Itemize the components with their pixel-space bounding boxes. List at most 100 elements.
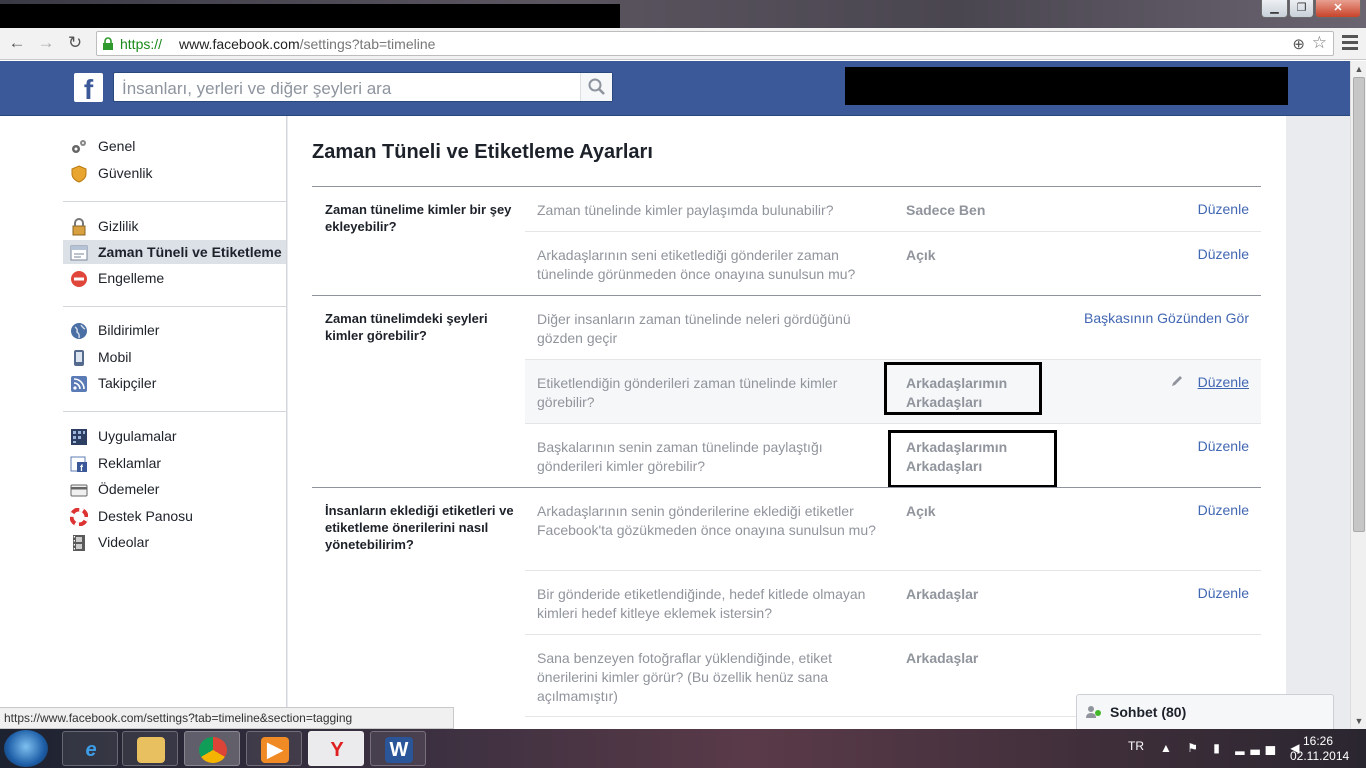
taskbar-app-yandex[interactable]: Y: [308, 731, 364, 766]
setting-question: Sana benzeyen fotoğraflar yüklendiğinde,…: [537, 650, 832, 704]
search-icon: [588, 78, 605, 95]
facebook-logo-icon[interactable]: f: [74, 73, 103, 102]
url-text: www.facebook.com/settings?tab=timeline: [179, 36, 435, 52]
sidebar-item-guvenlik[interactable]: Güvenlik: [63, 161, 286, 185]
sidebar-item-bildirimler[interactable]: Bildirimler: [63, 318, 286, 342]
browser-menu-icon[interactable]: [1342, 35, 1358, 51]
clock-date: 02.11.2014: [1290, 749, 1350, 763]
sidebar-item-mobil[interactable]: Mobil: [63, 345, 286, 369]
status-url-bar: https://www.facebook.com/settings?tab=ti…: [0, 707, 454, 729]
sidebar-item-label: Takipçiler: [98, 375, 157, 391]
minimize-button[interactable]: ▁: [1261, 0, 1288, 18]
sidebar-item-label: Gizlilik: [98, 218, 139, 234]
address-bar[interactable]: https:// www.facebook.com/settings?tab=t…: [96, 31, 1334, 56]
vertical-scrollbar[interactable]: ▲ ▼: [1350, 61, 1366, 729]
sidebar-item-zaman-tuneli[interactable]: Zaman Tüneli ve Etiketleme: [63, 240, 286, 264]
pencil-icon[interactable]: [1170, 374, 1184, 388]
scrollbar-thumb[interactable]: [1353, 77, 1365, 532]
word-icon: W: [385, 737, 413, 763]
edit-link[interactable]: Düzenle: [1198, 585, 1249, 601]
setting-question: Zaman tünelinde kimler paylaşımda buluna…: [537, 202, 834, 218]
zoom-icon[interactable]: ⊕: [1292, 35, 1305, 53]
redacted-title: [0, 4, 620, 28]
edit-link[interactable]: Düzenle: [1198, 502, 1249, 518]
sidebar-divider: [63, 201, 286, 202]
forward-icon[interactable]: →: [35, 32, 57, 54]
chat-label: Sohbet (80): [1110, 704, 1187, 720]
setting-value: Açık: [906, 503, 936, 519]
taskbar-app-word[interactable]: W: [370, 731, 426, 766]
row-divider: [525, 231, 1261, 232]
sidebar-item-label: Engelleme: [98, 270, 165, 286]
scroll-down-icon[interactable]: ▼: [1351, 713, 1366, 729]
row-divider: [525, 570, 1261, 571]
chat-tab[interactable]: Sohbet (80): [1076, 694, 1334, 729]
maximize-button[interactable]: ❐: [1289, 0, 1314, 18]
edit-link[interactable]: Düzenle: [1198, 438, 1249, 454]
setting-question: Arkadaşlarının seni etiketlediği gönderi…: [537, 247, 856, 282]
setting-value: Sadece Ben: [906, 202, 986, 218]
redacted-user-area: [845, 67, 1288, 105]
sidebar-item-odemeler[interactable]: Ödemeler: [63, 477, 286, 501]
page-body: Genel Güvenlik Gizlilik Zaman Tüneli ve …: [0, 116, 1350, 729]
tray-icons[interactable]: ▲ ⚑ ▮ ▂▃▅ ◀: [1160, 741, 1306, 755]
back-icon[interactable]: ←: [6, 32, 28, 54]
setting-value: Arkadaşlar: [906, 586, 979, 602]
sidebar-item-videolar[interactable]: Videolar: [63, 530, 286, 554]
sidebar-item-label: Zaman Tüneli ve Etiketleme: [98, 244, 282, 260]
lifebuoy-icon: [70, 508, 88, 526]
sidebar-item-label: Uygulamalar: [98, 428, 177, 444]
sidebar-item-genel[interactable]: Genel: [63, 134, 286, 158]
view-as-link[interactable]: Başkasının Gözünden Gör: [1084, 310, 1249, 326]
edit-link[interactable]: Düzenle: [1198, 246, 1249, 262]
apps-icon: [71, 429, 87, 445]
edit-link[interactable]: Düzenle: [1198, 374, 1249, 390]
bookmark-star-icon[interactable]: ☆: [1312, 33, 1327, 53]
sidebar-item-takipciler[interactable]: Takipçiler: [63, 371, 286, 395]
taskbar-app-media[interactable]: ▶: [246, 731, 302, 766]
yandex-icon: Y: [330, 739, 344, 761]
taskbar-app-ie[interactable]: e: [62, 731, 118, 766]
clock[interactable]: 16:26 02.11.2014: [1290, 734, 1350, 764]
sidebar-divider: [63, 306, 286, 307]
mobile-icon: [74, 350, 84, 366]
clock-time: 16:26: [1302, 734, 1334, 748]
setting-question: Bir gönderide etiketlendiğinde, hedef ki…: [537, 586, 866, 621]
sidebar-item-gizlilik[interactable]: Gizlilik: [63, 214, 286, 238]
edit-link[interactable]: Düzenle: [1198, 201, 1249, 217]
sidebar-item-label: Bildirimler: [98, 322, 160, 338]
setting-question: Arkadaşlarının senin gönderilerine ekled…: [537, 503, 876, 538]
section-heading: İnsanların eklediği etiketleri ve etiket…: [325, 503, 514, 552]
annotation-box: [884, 362, 1042, 415]
setting-question: Etiketlendiğin gönderileri zaman tünelin…: [537, 375, 838, 410]
taskbar-app-chrome[interactable]: [184, 731, 240, 766]
section-divider: [312, 186, 1261, 187]
globe-icon: [71, 323, 87, 339]
facebook-header: f İnsanları, yerleri ve diğer şeyleri ar…: [0, 61, 1350, 116]
sidebar-item-label: Güvenlik: [98, 165, 153, 181]
windows-taskbar: e ▶ Y W TR ▲ ⚑ ▮ ▂▃▅ ◀ 16:26 02.11.2014: [0, 729, 1366, 768]
sidebar-item-label: Ödemeler: [98, 481, 160, 497]
sidebar-item-destek-panosu[interactable]: Destek Panosu: [63, 504, 286, 528]
sidebar-item-label: Destek Panosu: [98, 508, 193, 524]
setting-question: Diğer insanların zaman tünelinde neleri …: [537, 311, 851, 346]
reload-icon[interactable]: ↻: [64, 32, 86, 54]
language-indicator[interactable]: TR: [1128, 739, 1144, 753]
sidebar-item-label: Reklamlar: [98, 455, 162, 471]
taskbar-app-explorer[interactable]: [122, 731, 178, 766]
settings-sidebar: Genel Güvenlik Gizlilik Zaman Tüneli ve …: [0, 116, 287, 729]
search-input[interactable]: İnsanları, yerleri ve diğer şeyleri ara: [122, 79, 391, 99]
sidebar-item-reklamlar[interactable]: f Reklamlar: [63, 451, 286, 475]
sidebar-item-engelleme[interactable]: Engelleme: [63, 266, 286, 290]
settings-content: Zaman Tüneli ve Etiketleme Ayarları Zama…: [288, 116, 1286, 729]
internet-explorer-icon: e: [85, 739, 97, 761]
search-box[interactable]: İnsanları, yerleri ve diğer şeyleri ara: [113, 72, 613, 102]
start-button[interactable]: [4, 730, 48, 767]
media-player-icon: ▶: [261, 737, 289, 763]
sidebar-item-uygulamalar[interactable]: Uygulamalar: [63, 424, 286, 448]
close-window-button[interactable]: ✕: [1315, 0, 1361, 18]
chat-icon: [1086, 706, 1101, 718]
film-icon: [73, 535, 85, 551]
search-button[interactable]: [580, 73, 612, 101]
scroll-up-icon[interactable]: ▲: [1351, 61, 1366, 77]
